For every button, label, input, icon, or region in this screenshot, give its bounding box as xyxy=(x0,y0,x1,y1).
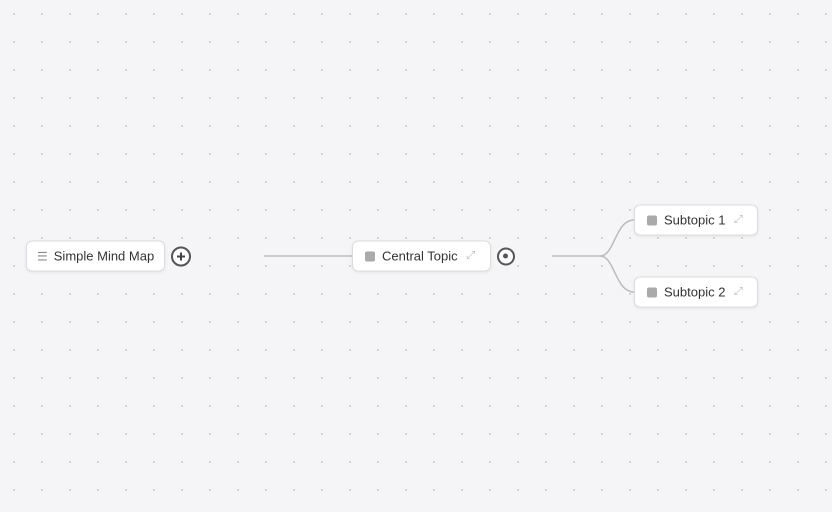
subtopic1-resize-icon[interactable]: ⤢ xyxy=(731,213,745,227)
subtopic1-square xyxy=(647,215,657,225)
subtopic1-node[interactable]: Subtopic 1 ⤢ xyxy=(634,205,758,236)
root-connector xyxy=(171,246,191,266)
central-node[interactable]: Central Topic ⤢ xyxy=(352,241,491,272)
subtopic1-label: Subtopic 1 xyxy=(664,213,725,228)
central-resize-icon[interactable]: ⤢ xyxy=(464,249,478,263)
central-node-group: Central Topic ⤢ xyxy=(352,241,515,272)
central-node-square xyxy=(365,251,375,261)
central-connector xyxy=(497,247,515,265)
central-collapse-button[interactable] xyxy=(497,247,515,265)
subtopic2-node[interactable]: Subtopic 2 ⤢ xyxy=(634,277,758,308)
subtopic2-resize-icon[interactable]: ⤢ xyxy=(731,285,745,299)
root-node-group: ☰ Simple Mind Map xyxy=(26,241,191,272)
list-icon: ☰ xyxy=(37,249,48,263)
central-node-label: Central Topic xyxy=(382,249,458,264)
root-collapse-button[interactable] xyxy=(171,246,191,266)
mind-map-canvas: ☰ Simple Mind Map Central Topic ⤢ Subtop… xyxy=(0,0,832,512)
subtopic2-square xyxy=(647,287,657,297)
subtopic1-node-group: Subtopic 1 ⤢ xyxy=(634,205,758,236)
connector-dot xyxy=(503,254,508,259)
subtopic2-label: Subtopic 2 xyxy=(664,285,725,300)
subtopic2-node-group: Subtopic 2 ⤢ xyxy=(634,277,758,308)
root-node-label: Simple Mind Map xyxy=(54,249,154,264)
root-node[interactable]: ☰ Simple Mind Map xyxy=(26,241,165,272)
